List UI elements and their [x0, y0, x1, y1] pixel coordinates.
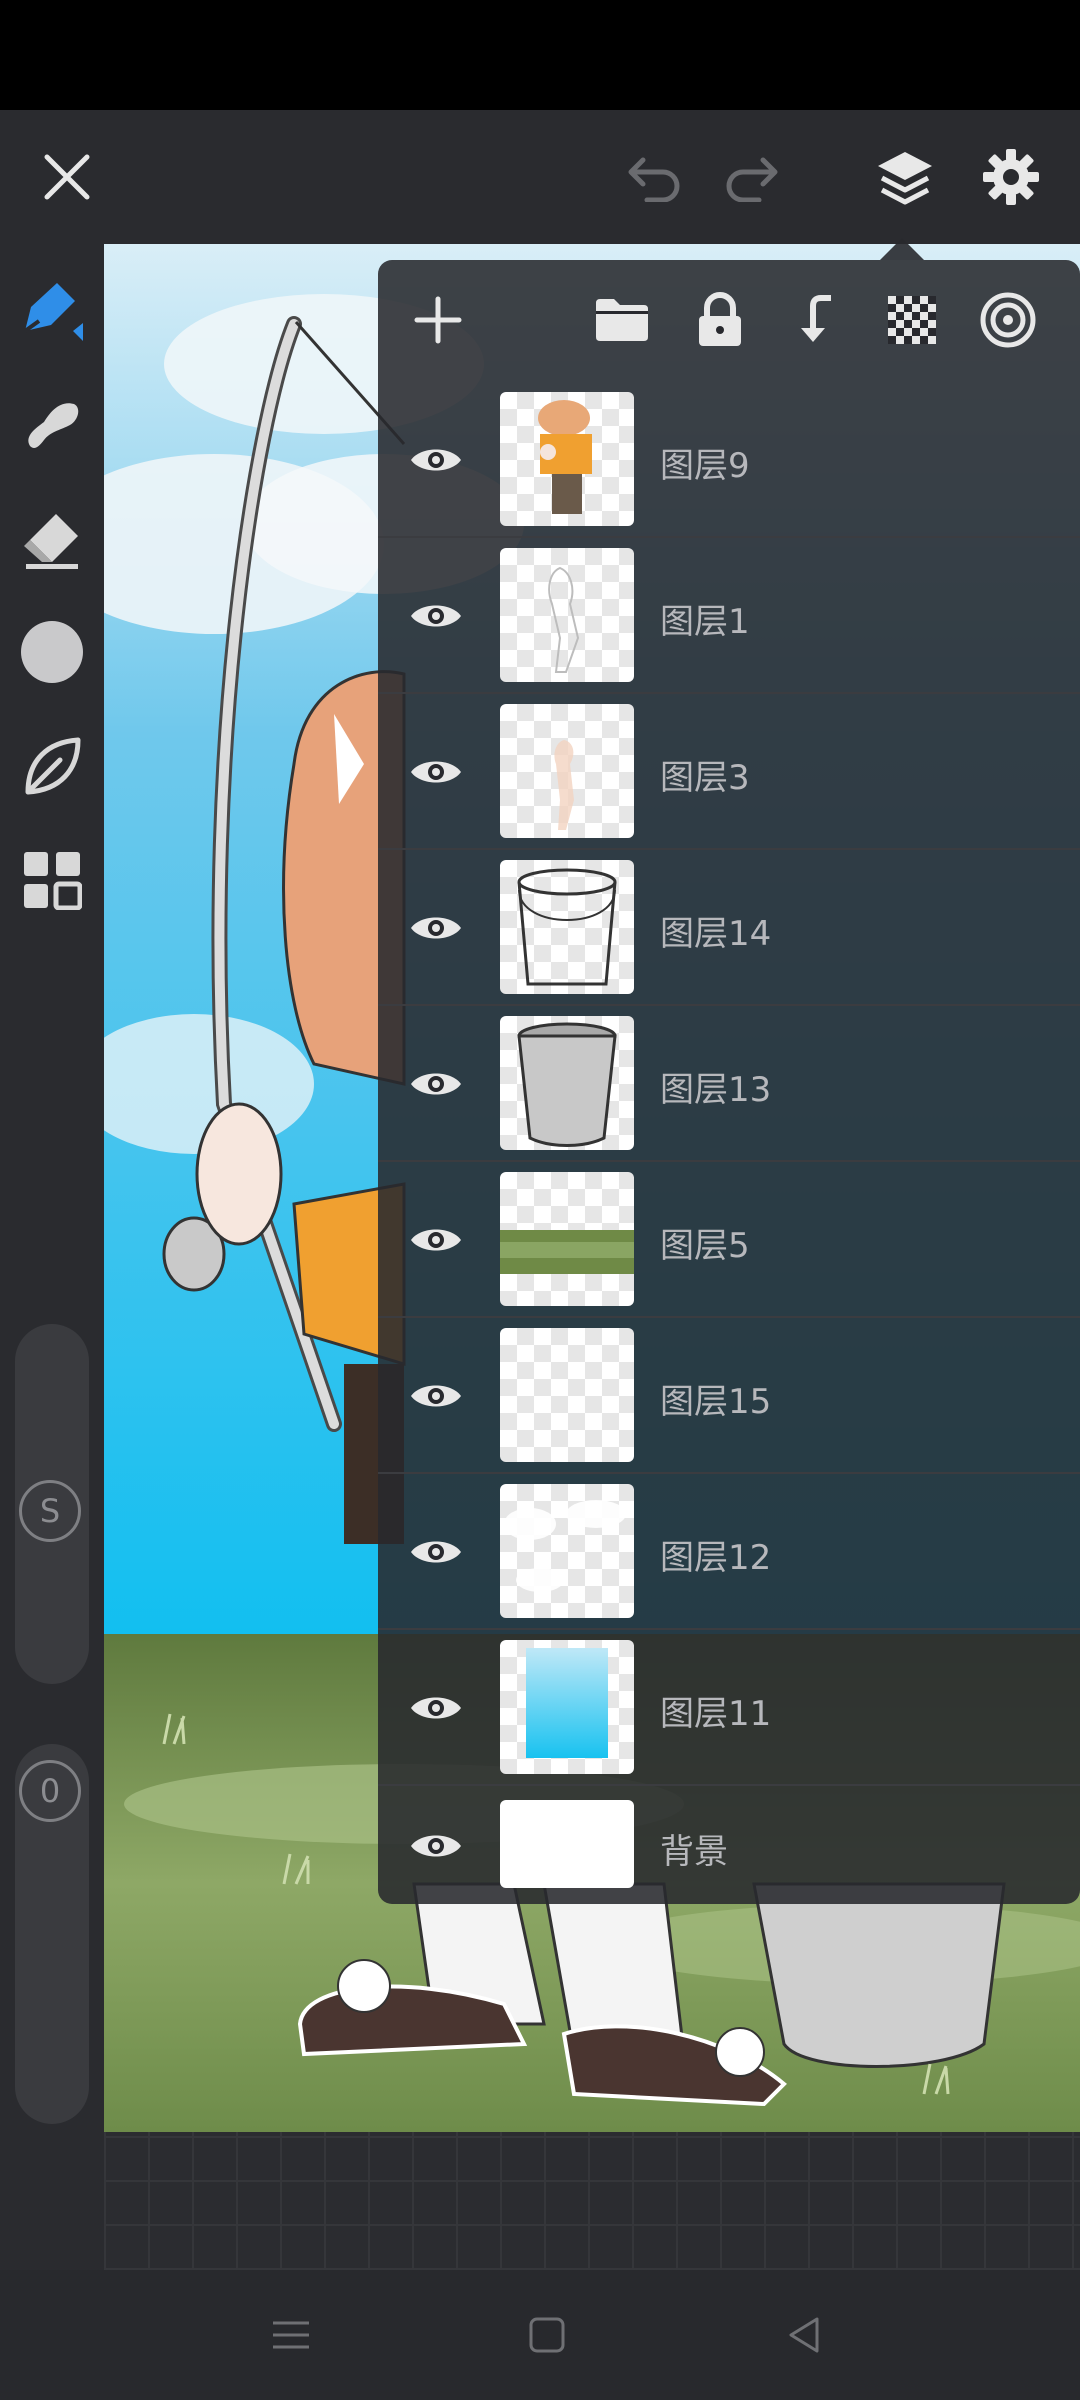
- merge-down-icon[interactable]: [784, 288, 848, 352]
- layer-thumbnail: [500, 1484, 634, 1618]
- grid-icon[interactable]: [12, 840, 92, 920]
- layer-row[interactable]: 图层9: [378, 382, 1080, 538]
- layer-row[interactable]: 图层3: [378, 694, 1080, 850]
- layer-name: 图层11: [660, 1694, 772, 1734]
- layer-name: 图层14: [660, 914, 772, 954]
- layer-name: 图层5: [660, 1226, 750, 1266]
- eye-icon[interactable]: [396, 1356, 476, 1436]
- back-icon[interactable]: [770, 2300, 840, 2370]
- leaf-icon[interactable]: [12, 726, 92, 806]
- layer-thumbnail: [500, 548, 634, 682]
- eye-icon[interactable]: [396, 1806, 476, 1886]
- system-nav-bar: [0, 2270, 1080, 2400]
- pen-icon[interactable]: [12, 270, 92, 350]
- layer-name: 图层15: [660, 1382, 772, 1422]
- smudge-icon[interactable]: [12, 384, 92, 464]
- layer-thumbnail: [500, 860, 634, 994]
- layer-thumbnail: [500, 1172, 634, 1306]
- eye-icon[interactable]: [396, 1668, 476, 1748]
- layer-name: 图层3: [660, 758, 750, 798]
- color-icon[interactable]: [12, 612, 92, 692]
- eye-icon[interactable]: [396, 888, 476, 968]
- target-icon[interactable]: [976, 288, 1040, 352]
- gear-icon[interactable]: [972, 138, 1050, 216]
- layer-thumbnail: [500, 1800, 634, 1888]
- layer-row[interactable]: 图层12: [378, 1474, 1080, 1630]
- layer-row[interactable]: 图层13: [378, 1006, 1080, 1162]
- layer-name: 背景: [660, 1832, 728, 1872]
- layers-icon[interactable]: [866, 138, 944, 216]
- eye-icon[interactable]: [396, 1512, 476, 1592]
- undo-icon[interactable]: [620, 142, 690, 212]
- layer-name: 图层9: [660, 446, 750, 486]
- top-toolbar: [0, 110, 1080, 244]
- status-bar: [0, 0, 1080, 110]
- eye-icon[interactable]: [396, 576, 476, 656]
- layer-name: 图层13: [660, 1070, 772, 1110]
- layer-row[interactable]: 图层5: [378, 1162, 1080, 1318]
- eye-icon[interactable]: [396, 1044, 476, 1124]
- eye-icon[interactable]: [396, 732, 476, 812]
- eye-icon[interactable]: [396, 420, 476, 500]
- layer-name: 图层1: [660, 602, 750, 642]
- layer-thumbnail: [500, 1328, 634, 1462]
- layer-row-background[interactable]: 背景: [378, 1786, 1080, 1906]
- folder-icon[interactable]: [590, 288, 654, 352]
- lock-icon[interactable]: [688, 288, 752, 352]
- layer-row[interactable]: 图层1: [378, 538, 1080, 694]
- eraser-icon[interactable]: [12, 500, 92, 580]
- layer-name: 图层12: [660, 1538, 772, 1578]
- opacity-badge: 0: [19, 1760, 81, 1822]
- eye-icon[interactable]: [396, 1200, 476, 1280]
- layer-thumbnail: [500, 392, 634, 526]
- checker-icon[interactable]: [880, 288, 944, 352]
- home-icon[interactable]: [512, 2300, 582, 2370]
- close-icon[interactable]: [30, 140, 104, 214]
- size-badge: S: [19, 1480, 81, 1542]
- layers-toolbar: [378, 260, 1080, 380]
- menu-icon[interactable]: [256, 2300, 326, 2370]
- layer-thumbnail: [500, 1640, 634, 1774]
- redo-icon[interactable]: [716, 142, 786, 212]
- layers-panel: 图层9 图层1 图层3 图层14 图层13 图层5 图层15 图层12 图层11…: [378, 260, 1080, 1904]
- panel-pointer: [880, 238, 924, 260]
- layer-thumbnail: [500, 1016, 634, 1150]
- layer-thumbnail: [500, 704, 634, 838]
- layer-row[interactable]: 图层11: [378, 1630, 1080, 1786]
- left-toolbar: S 0: [0, 244, 104, 2270]
- layer-row[interactable]: 图层15: [378, 1318, 1080, 1474]
- layer-row[interactable]: 图层14: [378, 850, 1080, 1006]
- plus-icon[interactable]: [406, 288, 470, 352]
